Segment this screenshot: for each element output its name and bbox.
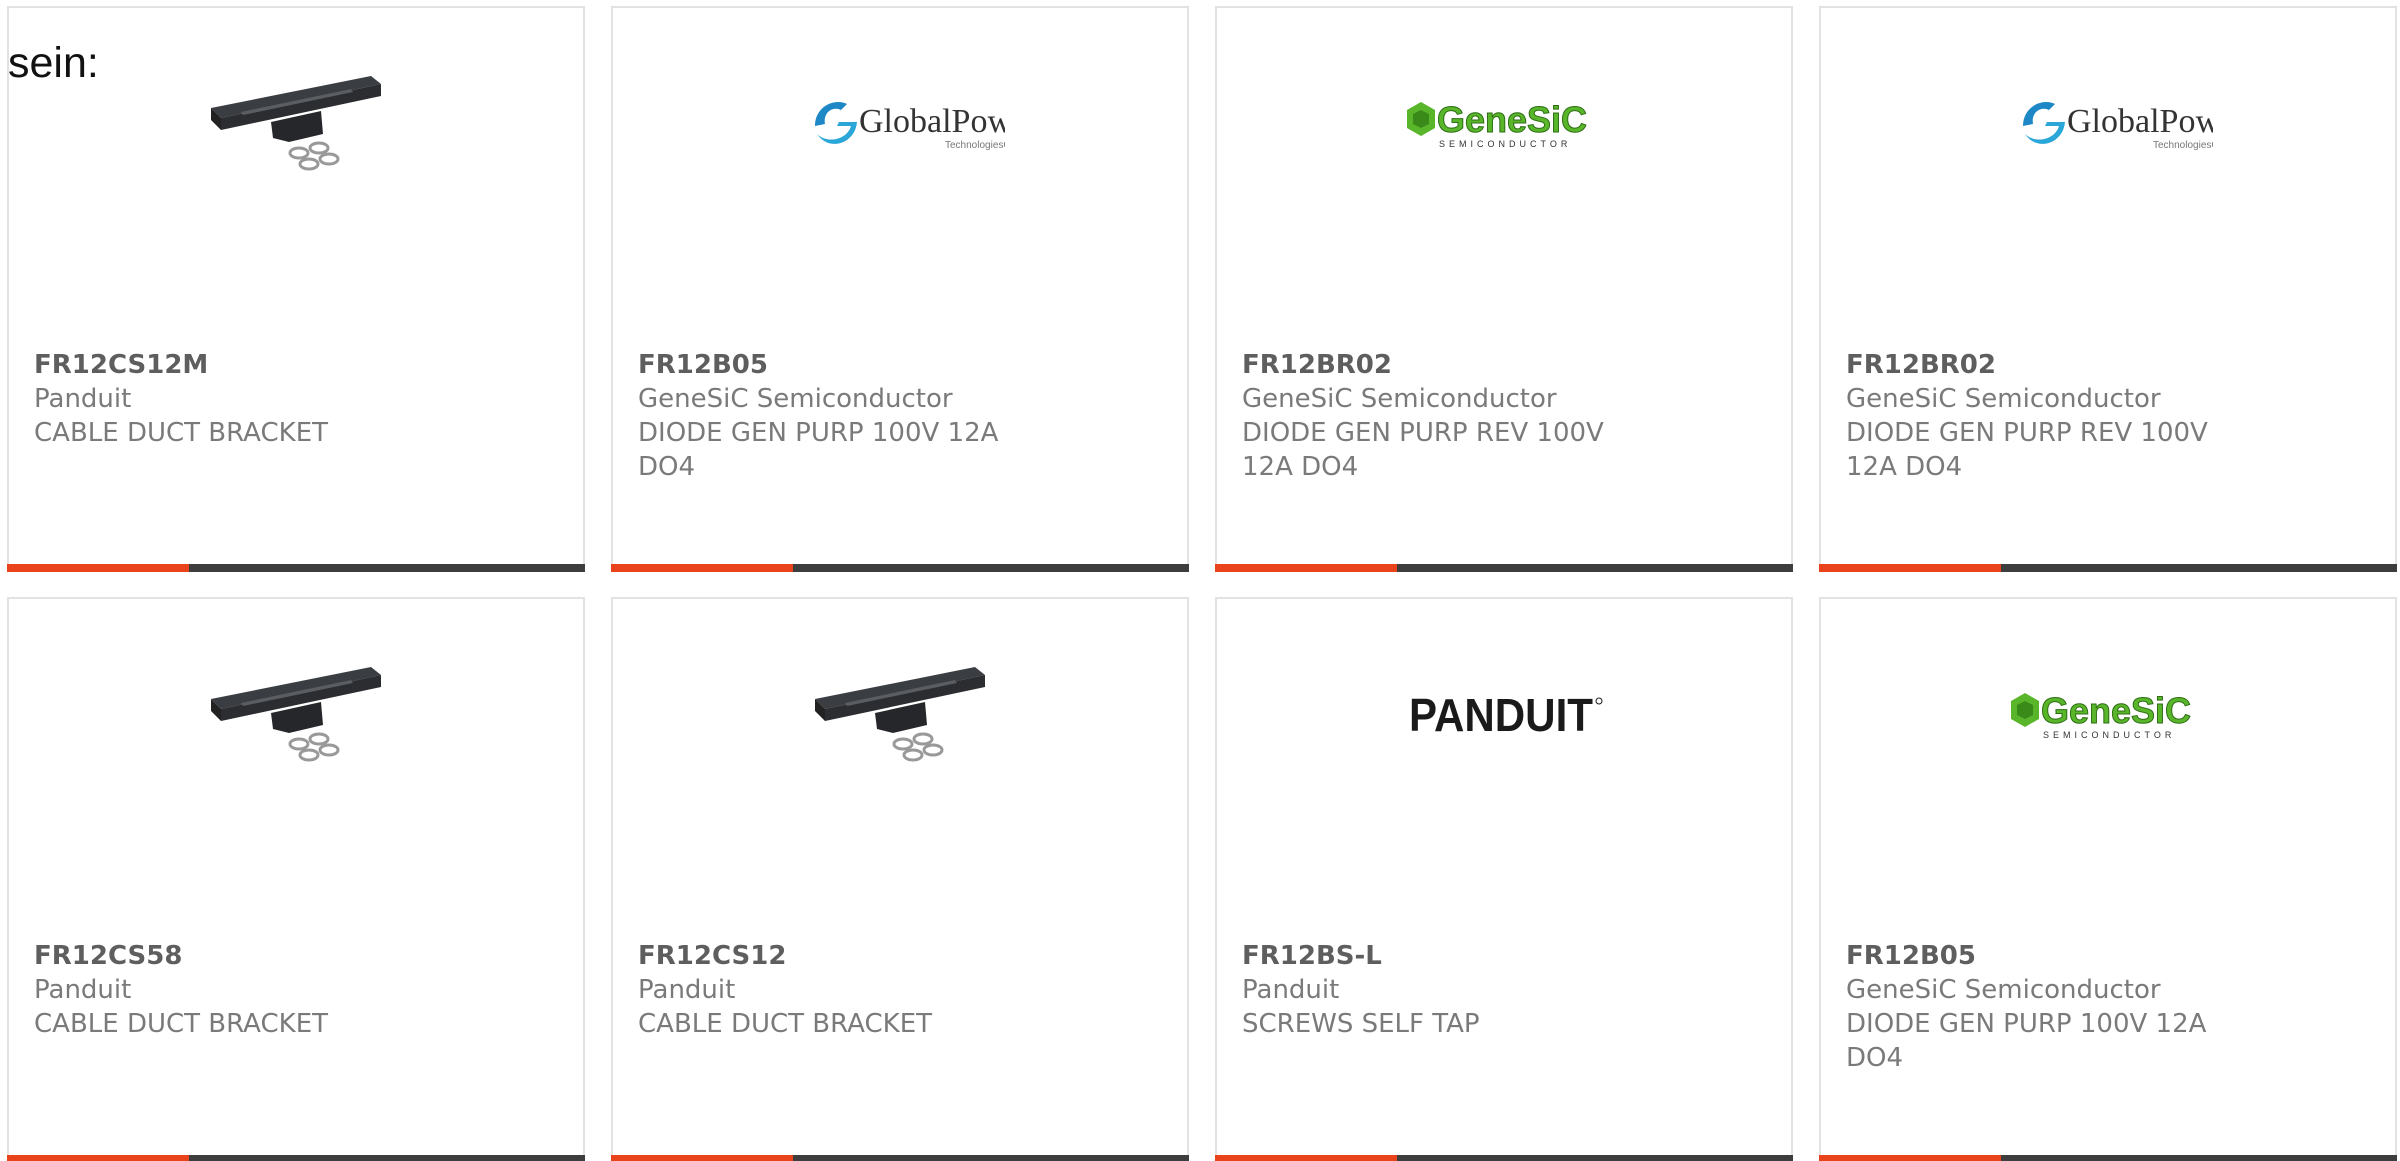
manufacturer: Panduit [34, 975, 132, 1005]
part-number[interactable]: FR12CS58 [34, 939, 563, 973]
card-bar-accent [1215, 564, 1397, 572]
bracket-product-image [211, 667, 381, 762]
description: CABLE DUCT BRACKET [34, 1009, 328, 1039]
panduit-logo: PANDUIT [1409, 689, 1603, 741]
card-bar-accent [1819, 564, 2001, 572]
part-number[interactable]: FR12B05 [638, 348, 1167, 382]
genesic-logo: GeneSiC SEMICONDUCTOR [1407, 99, 1588, 149]
card-bar-accent [1819, 1155, 2001, 1161]
globalpower-logo-subtext: TechnologiesGroup [945, 140, 1005, 151]
card-bottom-bar [1215, 564, 1793, 572]
manufacturer: Panduit [1242, 975, 1340, 1005]
manufacturer: Panduit [34, 384, 132, 414]
product-image[interactable]: GlobalPower TechnologiesGroup [1821, 68, 2395, 268]
globalpower-logo-subtext: TechnologiesGroup [2153, 140, 2213, 151]
card-bottom-bar [611, 564, 1189, 572]
globalpower-logo-text: GlobalPower [2067, 103, 2213, 140]
manufacturer: Panduit [638, 975, 736, 1005]
card-bar-accent [7, 1155, 189, 1161]
globalpower-logo: GlobalPower TechnologiesGroup [815, 102, 1005, 151]
panduit-logo-text: PANDUIT [1409, 689, 1593, 741]
description: CABLE DUCT BRACKET [638, 1009, 932, 1039]
product-image[interactable]: GlobalPower TechnologiesGroup [613, 68, 1187, 268]
card-bottom-bar [1215, 1155, 1793, 1161]
manufacturer: GeneSiC Semiconductor [1846, 975, 2161, 1005]
product-card[interactable]: FR12CS12 Panduit CABLE DUCT BRACKET [611, 597, 1189, 1161]
card-bar-accent [611, 1155, 793, 1161]
part-number[interactable]: FR12B05 [1846, 939, 2375, 973]
product-card[interactable]: GeneSiC SEMICONDUCTOR FR12B05 GeneSiC Se… [1819, 597, 2397, 1161]
genesic-logo: GeneSiC SEMICONDUCTOR [2011, 690, 2192, 740]
card-bar-accent [611, 564, 793, 572]
genesic-logo-text: GeneSiC [1437, 99, 1587, 140]
product-card[interactable]: FR12CS58 Panduit CABLE DUCT BRACKET [7, 597, 585, 1161]
intro-text: sein: [8, 39, 99, 87]
genesic-logo-subtext: SEMICONDUCTOR [2043, 730, 2175, 740]
part-number[interactable]: FR12CS12M [34, 348, 563, 382]
card-bar-accent [7, 564, 189, 572]
card-bottom-bar [7, 564, 585, 572]
card-bar-accent [1215, 1155, 1397, 1161]
description: DIODE GEN PURP 100V 12A DO4 [1846, 1009, 2207, 1073]
card-bottom-bar [7, 1155, 585, 1161]
product-card[interactable]: GlobalPower TechnologiesGroup FR12BR02 G… [1819, 6, 2397, 572]
product-image[interactable]: GeneSiC SEMICONDUCTOR [1217, 68, 1791, 268]
product-card[interactable]: FR12CS12M Panduit CABLE DUCT BRACKET [7, 6, 585, 572]
part-number[interactable]: FR12BR02 [1846, 348, 2375, 382]
card-bottom-bar [1819, 1155, 2397, 1161]
product-image[interactable]: PANDUIT [1217, 659, 1791, 859]
description: DIODE GEN PURP 100V 12A DO4 [638, 418, 999, 482]
bracket-product-image [815, 667, 985, 762]
description: CABLE DUCT BRACKET [34, 418, 328, 448]
globalpower-logo-text: GlobalPower [859, 103, 1005, 140]
manufacturer: GeneSiC Semiconductor [1242, 384, 1557, 414]
bracket-product-image [211, 76, 381, 171]
part-number[interactable]: FR12BS-L [1242, 939, 1771, 973]
part-number[interactable]: FR12BR02 [1242, 348, 1771, 382]
product-card[interactable]: GeneSiC SEMICONDUCTOR FR12BR02 GeneSiC S… [1215, 6, 1793, 572]
product-image[interactable] [9, 659, 583, 859]
product-card[interactable]: PANDUIT FR12BS-L Panduit SCREWS SELF TAP [1215, 597, 1793, 1161]
manufacturer: GeneSiC Semiconductor [1846, 384, 2161, 414]
card-bottom-bar [1819, 564, 2397, 572]
product-grid: FR12CS12M Panduit CABLE DUCT BRACKET Glo… [7, 6, 2400, 1161]
card-bottom-bar [611, 1155, 1189, 1161]
description: DIODE GEN PURP REV 100V 12A DO4 [1846, 418, 2208, 482]
genesic-logo-subtext: SEMICONDUCTOR [1439, 139, 1571, 149]
genesic-logo-text: GeneSiC [2041, 690, 2191, 731]
description: SCREWS SELF TAP [1242, 1009, 1480, 1039]
globalpower-logo: GlobalPower TechnologiesGroup [2023, 102, 2213, 151]
description: DIODE GEN PURP REV 100V 12A DO4 [1242, 418, 1604, 482]
product-image[interactable] [9, 68, 583, 268]
manufacturer: GeneSiC Semiconductor [638, 384, 953, 414]
part-number[interactable]: FR12CS12 [638, 939, 1167, 973]
product-card[interactable]: GlobalPower TechnologiesGroup FR12B05 Ge… [611, 6, 1189, 572]
product-image[interactable]: GeneSiC SEMICONDUCTOR [1821, 659, 2395, 859]
product-image[interactable] [613, 659, 1187, 859]
